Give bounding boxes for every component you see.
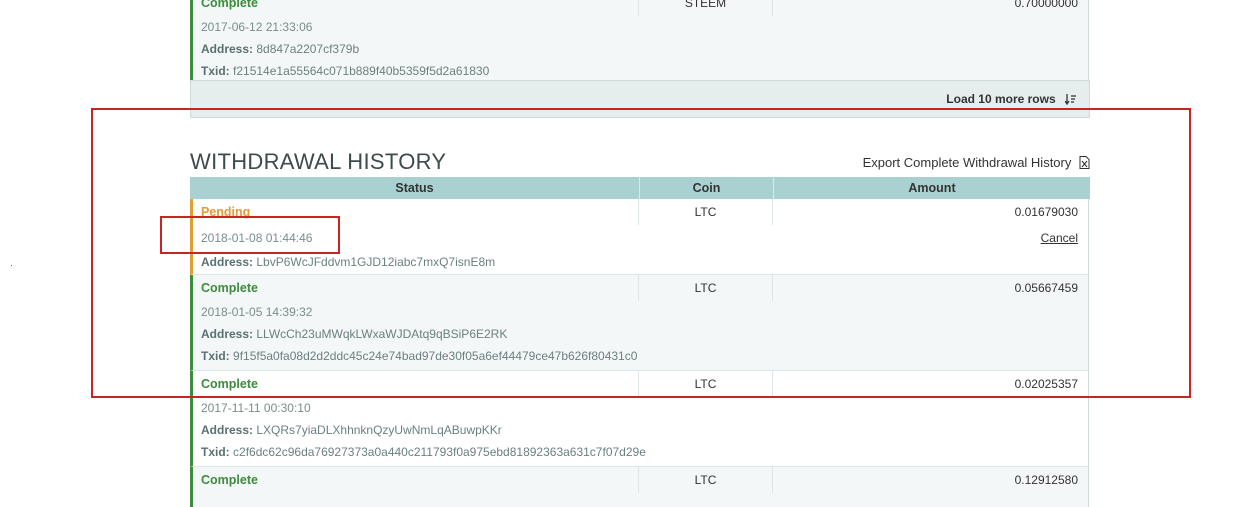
column-header-coin[interactable]: Coin: [640, 177, 774, 199]
txid-value: 9f15f5a0fa08d2d2ddc45c24e74bad97de30f05a…: [233, 349, 638, 363]
address-label: Address:: [201, 42, 254, 56]
amount-cell: 0.12912580: [1014, 473, 1078, 487]
row-date: 2018-01-05 14:39:32: [201, 305, 313, 319]
address-value: LLWcCh23uMWqkLWxaWJDAtq9qBSiP6E2RK: [256, 327, 508, 341]
address-value: 8d847a2207cf379b: [256, 42, 360, 56]
status-pending: Pending: [201, 205, 251, 219]
coin-cell: STEEM: [638, 0, 773, 16]
coin-cell: LTC: [638, 467, 773, 493]
status-complete: Complete: [201, 473, 258, 487]
cancel-link[interactable]: Cancel: [1041, 225, 1078, 251]
load-more-label: Load 10 more rows: [946, 92, 1056, 106]
txid-label: Txid:: [201, 445, 230, 459]
status-complete: Complete: [201, 0, 258, 10]
deposit-table-remnant: Complete STEEM 0.70000000 2017-06-12 21:…: [190, 0, 1089, 82]
table-row: Pending LTC 0.01679030 2018-01-08 01:44:…: [190, 199, 1088, 275]
column-header-amount[interactable]: Amount: [774, 177, 1090, 199]
address-value: LbvP6WcJFddvm1GJD12iabc7mxQ7isnE8m: [256, 255, 496, 269]
load-more-bar: Load 10 more rows: [190, 80, 1090, 118]
txid-value: c2f6dc62c96da76927373a0a440c211793f0a975…: [233, 445, 646, 459]
address-label: Address:: [201, 423, 254, 437]
export-label: Export Complete Withdrawal History: [862, 155, 1072, 170]
withdrawal-table-header: Status Coin Amount: [190, 177, 1090, 199]
address-label: Address:: [201, 327, 254, 341]
amount-cell: 0.70000000: [1014, 0, 1078, 10]
excel-file-icon: [1079, 156, 1090, 169]
sort-descending-icon: [1064, 94, 1076, 106]
coin-cell: LTC: [638, 199, 773, 225]
table-row: Complete LTC 0.05667459 2018-01-05 14:39…: [190, 275, 1088, 371]
amount-cell: 0.01679030: [1014, 205, 1078, 219]
row-date: 2017-06-12 21:33:06: [201, 20, 313, 34]
table-row: Complete LTC 0.12912580: [190, 467, 1088, 507]
row-date: 2017-11-11 00:30:10: [201, 401, 311, 415]
withdrawal-table: Pending LTC 0.01679030 2018-01-08 01:44:…: [190, 199, 1089, 507]
status-complete: Complete: [201, 281, 258, 295]
status-complete: Complete: [201, 377, 258, 391]
export-withdrawal-history-link[interactable]: Export Complete Withdrawal History: [863, 155, 1090, 170]
column-header-status[interactable]: Status: [190, 177, 640, 199]
amount-cell: 0.02025357: [1014, 377, 1078, 391]
txid-label: Txid:: [201, 349, 230, 363]
address-label: Address:: [201, 255, 254, 269]
withdrawal-history-title: WITHDRAWAL HISTORY: [190, 149, 447, 174]
amount-cell: 0.05667459: [1014, 281, 1078, 295]
coin-cell: LTC: [638, 371, 773, 397]
stray-dot: [11, 265, 12, 266]
address-value: LXQRs7yiaDLXhhnknQzyUwNmLqABuwpKKr: [256, 423, 502, 437]
table-row: Complete LTC 0.02025357 2017-11-11 00:30…: [190, 371, 1088, 467]
txid-label: Txid:: [201, 64, 230, 78]
coin-cell: LTC: [638, 275, 773, 301]
load-more-button[interactable]: Load 10 more rows: [946, 92, 1077, 106]
row-date: 2018-01-08 01:44:46: [201, 231, 313, 245]
txid-value: f21514e1a55564c071b889f40b5359f5d2a61830: [233, 64, 490, 78]
